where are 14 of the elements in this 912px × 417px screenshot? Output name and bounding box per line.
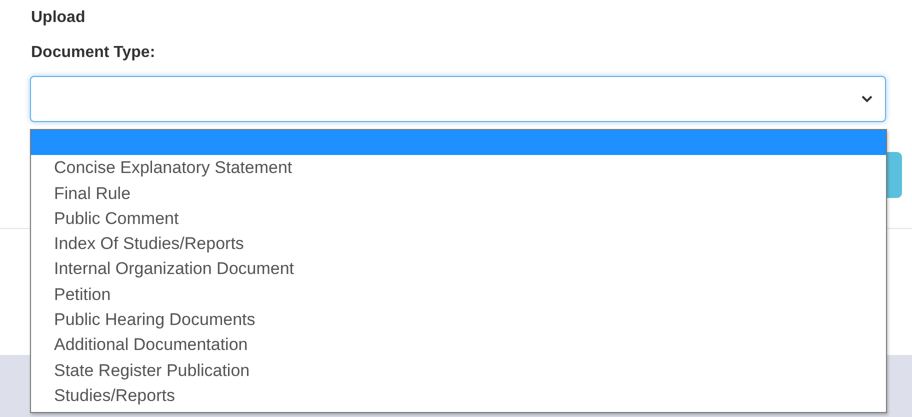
chevron-down-icon <box>861 95 873 103</box>
dropdown-option[interactable]: Final Rule <box>31 180 886 206</box>
document-type-select[interactable] <box>30 76 886 122</box>
dropdown-option[interactable]: Index Of Studies/Reports <box>31 231 886 256</box>
dropdown-option[interactable]: Public Comment <box>31 206 886 232</box>
dropdown-option[interactable]: Concise Explanatory Statement <box>31 155 886 181</box>
field-label: Document Type: <box>31 44 156 62</box>
dropdown-option[interactable]: Petition <box>31 282 886 308</box>
dropdown-option[interactable]: Internal Organization Document <box>31 256 886 282</box>
section-heading: Upload <box>31 9 86 27</box>
dropdown-option[interactable]: Additional Documentation <box>31 332 886 358</box>
dropdown-option[interactable]: State Register Publication <box>31 358 886 383</box>
dropdown-option[interactable]: Public Hearing Documents <box>31 307 886 332</box>
dropdown-option[interactable]: Studies/Reports <box>31 382 886 408</box>
